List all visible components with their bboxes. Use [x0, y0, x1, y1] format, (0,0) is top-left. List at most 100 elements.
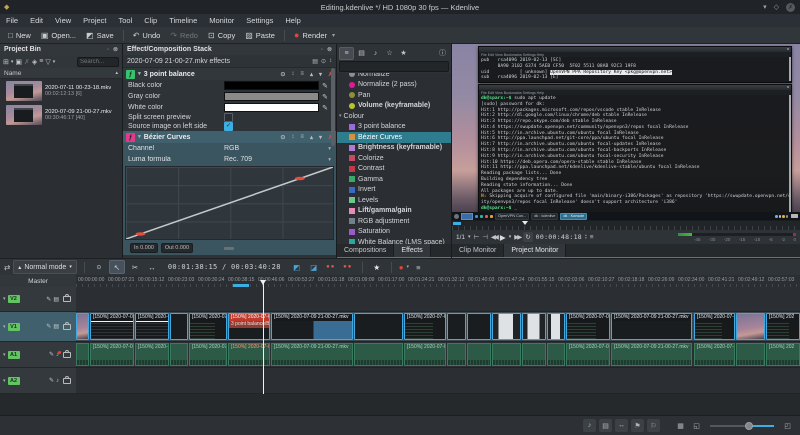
effect-list-item[interactable]: Pan: [337, 90, 451, 101]
video-clip[interactable]: [736, 313, 765, 340]
track-header-a2[interactable]: ▾A2✎♪: [0, 368, 76, 394]
audio-clip[interactable]: [736, 343, 765, 366]
favorite-effects-icon[interactable]: ★: [370, 261, 384, 273]
effect-presets-icon[interactable]: ≡: [300, 71, 304, 77]
audio-clip[interactable]: [150%] 2020-07-0: [694, 343, 735, 366]
collapse-chevron-icon[interactable]: ▾: [138, 134, 141, 140]
curve-in-value[interactable]: In 0.000: [130, 243, 158, 253]
video-clip[interactable]: [492, 313, 521, 340]
chevron-down-icon[interactable]: ▾: [328, 157, 331, 163]
eyedropper-icon[interactable]: ✎: [319, 93, 331, 101]
render-button[interactable]: ●Render▾: [289, 29, 340, 41]
track-target-icon[interactable]: ⊙: [92, 261, 106, 273]
track-effects-icon[interactable]: ✎: [46, 296, 51, 303]
track-badge[interactable]: A1: [8, 351, 20, 359]
close-panel-icon[interactable]: ⊗: [327, 46, 332, 53]
color-swatch[interactable]: [224, 92, 319, 101]
bin-search-input[interactable]: [77, 57, 119, 67]
tags-icon[interactable]: ◈: [32, 58, 37, 66]
builtin-effects-icon[interactable]: ▤: [312, 58, 318, 65]
chevron-down-icon[interactable]: ▾: [3, 352, 6, 358]
bin-column-header[interactable]: Name ▴: [0, 68, 122, 79]
effect-list-item[interactable]: Bézier Curves: [337, 132, 451, 143]
move-effect-down-icon[interactable]: ▾: [319, 71, 322, 78]
record-dropdown-icon[interactable]: ▾: [407, 264, 410, 270]
audio-clip[interactable]: [76, 343, 89, 366]
float-panel-icon[interactable]: ◦: [321, 47, 323, 53]
track-speaker-icon[interactable]: ♪: [56, 378, 59, 384]
close-panel-icon[interactable]: ⊗: [113, 46, 118, 53]
play-icon[interactable]: ▶: [500, 233, 506, 242]
video-clip[interactable]: [150%] 2020-07-: [189, 313, 227, 340]
close-icon[interactable]: ✗: [786, 3, 795, 12]
effect-enable-eye-icon[interactable]: ⊙: [280, 71, 285, 78]
tab-effects[interactable]: Effects: [394, 244, 430, 257]
lift-zone-icon[interactable]: ●●: [324, 261, 338, 273]
audio-clip[interactable]: [447, 343, 466, 366]
effect-list-item[interactable]: Saturation: [337, 227, 451, 238]
track-badge[interactable]: V2: [8, 295, 20, 303]
audio-clip[interactable]: [150%] 2020-07-09 21-00-27.mkv: [611, 343, 692, 366]
video-clip[interactable]: [354, 313, 403, 340]
param-checkbox[interactable]: ✓: [224, 122, 233, 131]
effect1-header[interactable]: ƒ ▾ 3 point balance ⊙ ↕ ≡ ▴ ▾ ✗: [123, 68, 336, 80]
audio-clip[interactable]: [150%] 2020-07: [135, 343, 169, 366]
eyedropper-icon[interactable]: ✎: [319, 104, 331, 112]
audio-clip[interactable]: [467, 343, 491, 366]
set-zone-out-icon[interactable]: ⊣: [482, 233, 488, 241]
curve-zoom-handle[interactable]: [224, 247, 234, 250]
edit-mode-combo[interactable]: ▴ Normal mode ▾: [13, 260, 77, 274]
effect-list-item[interactable]: Brightness (keyframable): [337, 143, 451, 154]
extract-zone-icon[interactable]: ●●: [341, 261, 355, 273]
video-clip[interactable]: [467, 313, 491, 340]
menu-item-help[interactable]: Help: [279, 16, 306, 25]
add-clip-dropdown-icon[interactable]: ▾: [11, 59, 14, 65]
track-badge[interactable]: V1: [8, 323, 20, 331]
curve-out-value[interactable]: Out 0.000: [161, 243, 193, 253]
effect-presets-icon[interactable]: ≡: [300, 134, 304, 140]
param-value[interactable]: Rec. 709: [224, 156, 328, 163]
monitor-zoom-level[interactable]: 1/1: [456, 234, 465, 241]
zoom-in-icon[interactable]: ◰: [781, 419, 794, 432]
play-dropdown-icon[interactable]: ▾: [509, 234, 512, 240]
redo-button[interactable]: ↷Redo: [165, 30, 203, 41]
effect-list-item[interactable]: Invert: [337, 185, 451, 196]
create-folder-icon[interactable]: ▣: [15, 58, 22, 66]
menu-item-view[interactable]: View: [49, 16, 77, 25]
all-effects-icon[interactable]: ≡: [339, 47, 354, 60]
effect-list-item[interactable]: White Balance (LMS space): [337, 237, 451, 244]
video-clip[interactable]: [150%] 2020-07-09: [566, 313, 610, 340]
lock-icon[interactable]: [63, 352, 71, 358]
track-thumbnails-icon[interactable]: ▤: [53, 323, 59, 330]
param-checkbox[interactable]: [224, 113, 233, 122]
chevron-down-icon[interactable]: ▾: [332, 32, 335, 39]
show-description-icon[interactable]: ⓘ: [436, 48, 449, 59]
timeline-playhead[interactable]: [263, 280, 264, 394]
audio-clip[interactable]: [150%] 2020-07-09: [566, 343, 610, 366]
tab-project-monitor[interactable]: Project Monitor: [504, 244, 566, 257]
enable-effects-eye-icon[interactable]: ⊙: [321, 58, 326, 65]
lock-icon[interactable]: [63, 296, 71, 302]
track-thumbnails-icon[interactable]: ▤: [53, 296, 59, 303]
track-body-a2[interactable]: [76, 368, 800, 394]
audio-clip[interactable]: [170, 343, 188, 366]
audio-clip[interactable]: [547, 343, 565, 366]
audio-clip[interactable]: [492, 343, 521, 366]
zoom-slider[interactable]: [710, 425, 774, 427]
filter-icon[interactable]: ▽: [45, 58, 50, 66]
delete-icon[interactable]: ✗: [24, 58, 30, 66]
new-button[interactable]: □New: [3, 30, 36, 41]
video-clip[interactable]: [150%] 2020-07-0: [694, 313, 735, 340]
menu-item-clip[interactable]: Clip: [138, 16, 163, 25]
video-clip[interactable]: [170, 313, 188, 340]
float-panel-icon[interactable]: ◦: [107, 47, 109, 53]
track-body-a1[interactable]: [150%] 2020-07-09 2[150%] 2020-07[150%] …: [76, 342, 800, 368]
favorite-effects-icon[interactable]: ★: [397, 48, 410, 59]
filter-dropdown-icon[interactable]: ▾: [53, 59, 56, 65]
effect-list-item[interactable]: Lift/gamma/gain: [337, 206, 451, 217]
selection-tool-icon[interactable]: ↖: [109, 260, 125, 274]
monitor-video-frame[interactable]: File Edit View Bookmarks Settings Help p…: [452, 44, 800, 220]
audio-clip[interactable]: [354, 343, 403, 366]
maximize-icon[interactable]: ◇: [774, 3, 779, 11]
loop-zone-icon[interactable]: ↻: [523, 232, 532, 242]
